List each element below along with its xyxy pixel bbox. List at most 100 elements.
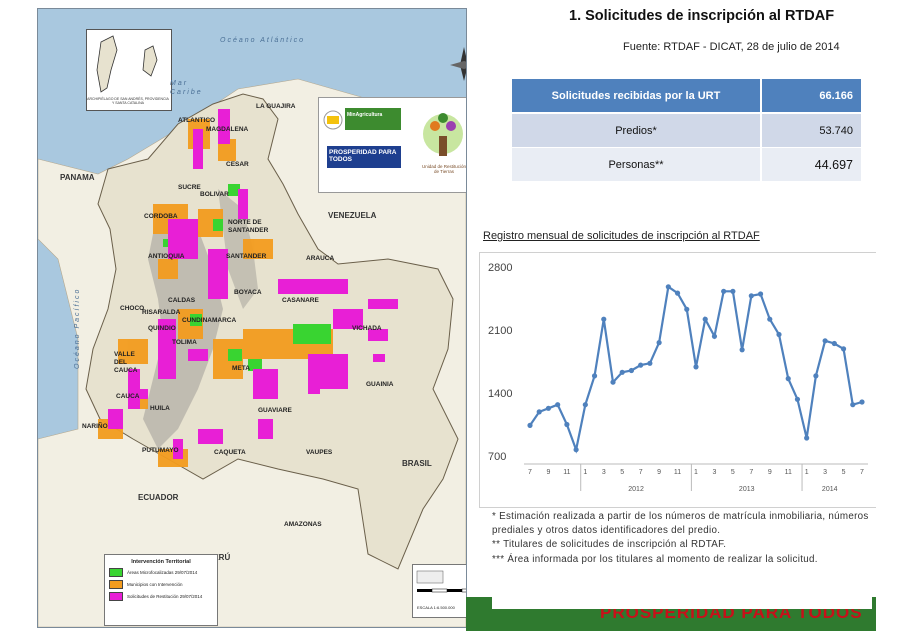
x-tick-label: 7 bbox=[528, 469, 532, 476]
data-point bbox=[564, 421, 570, 428]
logos-graphic bbox=[323, 108, 463, 168]
ocean-pacific-label: Océano Pacífico bbox=[74, 287, 81, 369]
data-point bbox=[601, 316, 607, 322]
chart-svg: 7001400210028007 9 11 1 3 5 7 9 11 1 3 5 7 9 11 1 3 5 7201… bbox=[488, 262, 868, 493]
data-point bbox=[711, 333, 718, 339]
data-point bbox=[684, 306, 690, 312]
dept-label-caqueta: CAQUETA bbox=[214, 449, 246, 456]
dept-label-narino: NARIÑO bbox=[82, 423, 108, 430]
data-point bbox=[647, 360, 653, 366]
x-tick-label: 11 bbox=[674, 469, 681, 476]
data-point bbox=[591, 373, 598, 379]
x-tick-label: 9 bbox=[546, 469, 550, 476]
dept-label-cauca: CAUCA bbox=[116, 393, 140, 400]
data-point bbox=[527, 422, 533, 428]
dept-label-valle: VALLE DEL CAUCA bbox=[114, 351, 138, 374]
table-header-row: Solicitudes recibidas por la URT 66.166 bbox=[512, 79, 861, 114]
y-tick-label: 2100 bbox=[488, 325, 512, 337]
dept-label-cordoba: CORDOBA bbox=[144, 213, 178, 220]
year-label: 2012 bbox=[628, 486, 644, 493]
dept-label-magdalena: MAGDALENA bbox=[206, 126, 249, 133]
legend-swatch-magenta bbox=[109, 592, 123, 601]
x-tick-label: 1 bbox=[805, 469, 809, 476]
dept-label-sucre: SUCRE bbox=[178, 184, 201, 191]
x-tick-label: 11 bbox=[563, 469, 570, 476]
x-tick-label: 9 bbox=[657, 469, 661, 476]
legend-swatch-green bbox=[109, 568, 123, 577]
data-point bbox=[739, 347, 745, 353]
data-point bbox=[619, 369, 625, 375]
data-point bbox=[573, 447, 579, 453]
data-point bbox=[582, 402, 588, 408]
dept-label-amazonas: AMAZONAS bbox=[284, 521, 322, 528]
x-tick-label: 3 bbox=[823, 469, 827, 476]
map-panel: ARCHIPIÉLAGO DE SAN ANDRÉS, PROVIDENCIA … bbox=[37, 8, 467, 628]
x-tick-label: 1 bbox=[583, 469, 587, 476]
legend-item-micro: Áreas Microfocalizadas 29/07/2014 bbox=[109, 568, 213, 577]
monthly-chart: 700 1400 2100 2800 7 9 11 1 3 5 7 9 11 1 3 5 7 9 11 1 3 5 7 201… bbox=[479, 252, 877, 508]
legend-item-label: Solicitudes de Restitución 29/07/2014 bbox=[127, 594, 203, 599]
header-label: Solicitudes recibidas por la URT bbox=[512, 79, 761, 114]
x-tick-label: 1 bbox=[694, 469, 698, 476]
dept-label-vichada: VICHADA bbox=[352, 325, 382, 332]
logo-unidad-restitucion: Unidad de Restitución de Tierras bbox=[421, 164, 467, 174]
note-3: *** Área informada por los titulares al … bbox=[492, 553, 818, 565]
data-point bbox=[757, 291, 764, 297]
x-tick-label: 5 bbox=[620, 469, 624, 476]
dept-label-quindio: QUINDIO bbox=[148, 325, 176, 332]
row-value: 44.697 bbox=[760, 147, 861, 181]
row-label: Personas** bbox=[512, 147, 761, 181]
legend-item-label: Municipios con Intervención bbox=[127, 582, 183, 587]
data-point bbox=[638, 362, 644, 368]
dept-label-guaviare: GUAVIARE bbox=[258, 407, 292, 414]
dept-label-meta: META bbox=[232, 365, 250, 372]
x-tick-label: 3 bbox=[602, 469, 606, 476]
country-label-ecuador: ECUADOR bbox=[138, 493, 179, 502]
dept-label-guainia: GUAINIA bbox=[366, 381, 394, 388]
data-point bbox=[545, 405, 552, 411]
dept-label-norte-santander: NORTE DE SANTANDER bbox=[228, 219, 269, 234]
dept-label-putumayo: PUTUMAYO bbox=[142, 447, 179, 454]
data-point bbox=[656, 340, 662, 346]
legend-item-intervention: Municipios con Intervención bbox=[109, 580, 213, 589]
header-value: 66.166 bbox=[760, 79, 861, 114]
x-tick-label: 7 bbox=[639, 469, 643, 476]
year-label: 2014 bbox=[822, 486, 838, 493]
row-value: 53.740 bbox=[760, 113, 861, 148]
x-tick-label: 7 bbox=[860, 469, 864, 476]
dept-label-huila: HUILA bbox=[150, 405, 170, 412]
data-point bbox=[536, 409, 542, 415]
data-point bbox=[831, 340, 837, 347]
x-tick-label: 7 bbox=[749, 469, 753, 476]
page-title: 1. Solicitudes de inscripción al RTDAF bbox=[569, 8, 835, 24]
data-point bbox=[850, 402, 856, 408]
source-text: Fuente: RTDAF - DICAT, 28 de julio de 20… bbox=[623, 41, 840, 53]
legend-title: Intervención Territorial bbox=[131, 559, 191, 565]
country-label-brasil: BRASIL bbox=[402, 459, 432, 468]
data-point bbox=[693, 364, 699, 370]
row-label: Predios* bbox=[512, 113, 761, 148]
logo-minagricultura: MinAgricultura bbox=[347, 112, 383, 118]
data-point bbox=[785, 376, 791, 382]
logos-box: MinAgricultura PROSPERIDAD PARA TODOS Un… bbox=[318, 97, 467, 193]
dept-label-tolima: TOLIMA bbox=[172, 339, 197, 346]
table-row: Predios* 53.740 bbox=[512, 113, 861, 148]
dept-label-casanare: CASANARE bbox=[282, 297, 319, 304]
data-point bbox=[628, 367, 635, 374]
country-label-venezuela: VENEZUELA bbox=[328, 211, 377, 220]
data-point bbox=[665, 284, 671, 290]
requests-table: Solicitudes recibidas por la URT 66.166 … bbox=[512, 79, 861, 181]
data-point bbox=[813, 373, 819, 379]
legend-item-label: Áreas Microfocalizadas 29/07/2014 bbox=[127, 570, 198, 575]
data-point bbox=[859, 399, 865, 405]
dept-label-cundinamarca: CUNDINAMARCA bbox=[182, 317, 237, 324]
year-label: 2013 bbox=[739, 486, 755, 493]
y-tick-label: 700 bbox=[488, 451, 506, 463]
table-row: Personas** 44.697 bbox=[512, 147, 861, 181]
logo-prosperidad: PROSPERIDAD PARA TODOS bbox=[329, 149, 397, 163]
x-tick-label: 9 bbox=[768, 469, 772, 476]
legend-item-restitution: Solicitudes de Restitución 29/07/2014 bbox=[109, 592, 213, 601]
inset-caption: ARCHIPIÉLAGO DE SAN ANDRÉS, PROVIDENCIA … bbox=[87, 97, 169, 105]
dept-label-caldas: CALDAS bbox=[168, 297, 196, 304]
legend-swatch-orange bbox=[109, 580, 123, 589]
